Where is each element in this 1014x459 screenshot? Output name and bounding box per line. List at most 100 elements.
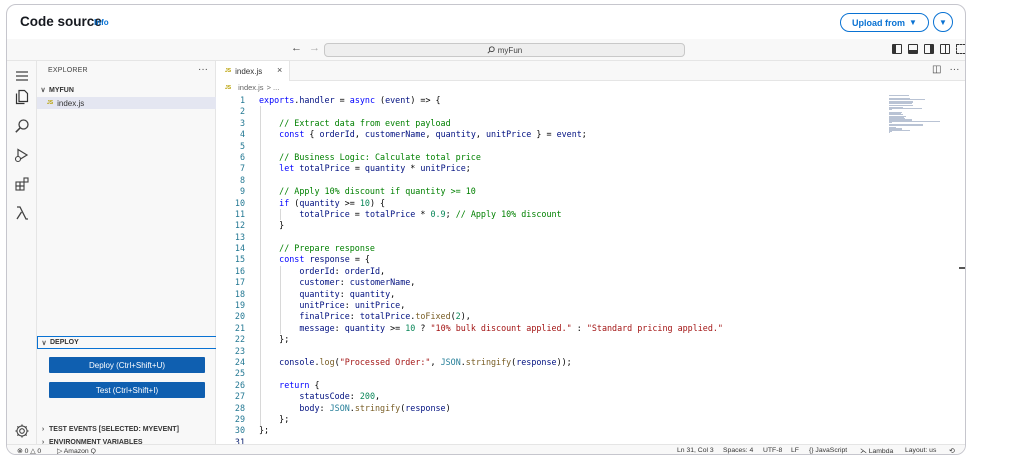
folder-myfun[interactable]: ∨ MYFUN [37,84,216,96]
cursor-position[interactable]: Ln 31, Col 3 [677,447,714,454]
search-icon[interactable] [14,118,30,134]
line-number: 26 [234,379,245,390]
code-line[interactable]: 4 const { orderId, customerName, quantit… [217,129,965,140]
code-line[interactable]: 16 orderId: orderId, [217,265,965,277]
explorer-files-icon[interactable] [14,89,30,105]
minimap[interactable] [889,95,949,135]
split-editor-icon[interactable]: ◫ [932,64,941,75]
minimap-line [889,132,891,134]
fullscreen-icon[interactable] [956,44,965,54]
code-line[interactable]: 29 }; [217,413,965,425]
notifications-icon[interactable]: ⟲ [949,447,955,455]
test-events-section-header[interactable]: › TEST EVENTS [SELECTED: MYEVENT] [37,423,216,435]
line-source: if (quantity >= 10) { [279,197,386,208]
code-line[interactable]: 8 [217,174,965,186]
line-source: }; [259,413,290,424]
lambda-icon: ⋋ [860,447,869,455]
line-source: customer: customerName, [299,277,416,288]
menu-icon[interactable] [14,68,30,84]
end-of-line[interactable]: LF [791,447,799,454]
line-number: 22 [234,334,245,345]
code-line[interactable]: 23 [217,346,965,357]
code-line[interactable]: 3 // Extract data from event payload [217,118,965,129]
code-line[interactable]: 6 // Business Logic: Calculate total pri… [217,152,965,163]
lambda-status[interactable]: ⋋ Lambda [860,447,893,455]
lambda-icon[interactable] [14,205,30,221]
search-icon [487,46,495,54]
deploy-section-header[interactable]: ∨ DEPLOY [37,336,216,349]
language-mode[interactable]: {} JavaScript [809,447,847,454]
code-line[interactable]: 17 customer: customerName, [217,277,965,288]
toggle-primary-sidebar-icon[interactable] [892,44,902,54]
code-line[interactable]: 11 totalPrice = totalPrice * 0.9; // App… [217,208,965,220]
close-icon[interactable]: × [277,65,282,75]
code-line[interactable]: 15 const response = { [217,254,965,265]
gear-icon[interactable] [14,423,30,439]
code-line[interactable]: 21 message: quantity >= 10 ? "10% bulk d… [217,323,965,334]
js-file-icon: JS [47,100,54,106]
code-line[interactable]: 1 exports.handler = async (event) => { [217,95,965,106]
code-line[interactable]: 10 if (quantity >= 10) { [217,197,965,209]
breadcrumb-rest[interactable]: > ... [267,83,280,92]
code-line[interactable]: 27 statusCode: 200, [217,391,965,402]
code-line[interactable]: 9 // Apply 10% discount if quantity >= 1… [217,186,965,197]
code-line[interactable]: 28 body: JSON.stringify(response) [217,403,965,414]
amazon-q-status[interactable]: ▷ Amazon Q [57,447,96,455]
play-icon: ▷ [57,447,64,455]
minimap-line [889,102,913,104]
line-number: 17 [234,277,245,288]
breadcrumb-file[interactable]: index.js [238,83,263,92]
back-arrow-icon[interactable]: ← [291,42,302,54]
line-source: const { orderId, customerName, quantity,… [279,129,587,140]
upload-from-button[interactable]: Upload from ▼ [840,13,929,32]
code-line[interactable]: 20 finalPrice: totalPrice.toFixed(2), [217,311,965,322]
code-line[interactable]: 26 return { [217,379,965,391]
line-source: // Prepare response [279,243,375,254]
code-line[interactable]: 25 [217,368,965,379]
line-number: 16 [234,265,245,276]
more-actions-dropdown-button[interactable]: ▼ [933,12,953,32]
keyboard-layout[interactable]: Layout: us [905,447,936,454]
file-label: index.js [57,98,85,108]
line-number: 11 [234,208,245,219]
command-center-search[interactable]: myFun [324,43,685,57]
code-line[interactable]: 22 }; [217,334,965,345]
more-actions-icon[interactable]: ··· [949,64,959,75]
code-line[interactable]: 18 quantity: quantity, [217,289,965,300]
info-link[interactable]: Info [94,18,109,27]
customize-layout-icon[interactable] [940,44,950,54]
code-line[interactable]: 30}; [217,425,965,436]
code-line[interactable]: 5 [217,141,965,152]
line-source: exports.handler = async (event) => { [259,95,441,105]
code-line[interactable]: 13 [217,232,965,243]
toggle-secondary-sidebar-icon[interactable] [924,44,934,54]
line-source: const response = { [279,254,370,265]
code-line[interactable]: 19 unitPrice: unitPrice, [217,300,965,311]
line-number: 8 [239,174,245,185]
code-line[interactable]: 12 } [217,220,965,231]
toggle-panel-icon[interactable] [908,44,918,54]
indent-guide [260,106,261,426]
more-actions-icon[interactable]: ··· [198,64,208,75]
activity-bar [7,61,37,444]
indentation[interactable]: Spaces: 4 [723,447,753,454]
run-and-debug-icon[interactable] [14,147,30,163]
extensions-icon[interactable] [14,176,30,192]
file-index-js[interactable]: JS index.js [37,97,216,109]
line-source: console.log("Processed Order:", JSON.str… [279,356,572,367]
lambda-label: Lambda [868,447,894,455]
tab-index-js[interactable]: JS index.js × [217,61,290,81]
amazon-q-label: Amazon Q [63,447,96,455]
code-line[interactable]: 2 [217,106,965,117]
caret-down-icon: ▼ [939,17,947,27]
breadcrumb: JS index.js > ... [225,83,279,92]
test-button[interactable]: Test (Ctrl+Shift+I) [49,382,205,398]
code-area[interactable]: 1 exports.handler = async (event) => {2 3 … [217,95,965,448]
code-line[interactable]: 7 let totalPrice = quantity * unitPrice; [217,163,965,174]
forward-arrow-icon[interactable]: → [309,42,320,54]
code-line[interactable]: 14 // Prepare response [217,243,965,254]
problems-indicator[interactable]: ⊗ 0 △ 0 [17,447,41,455]
deploy-button[interactable]: Deploy (Ctrl+Shift+U) [49,357,205,373]
code-line[interactable]: 24 console.log("Processed Order:", JSON.… [217,356,965,368]
encoding[interactable]: UTF-8 [763,447,782,454]
